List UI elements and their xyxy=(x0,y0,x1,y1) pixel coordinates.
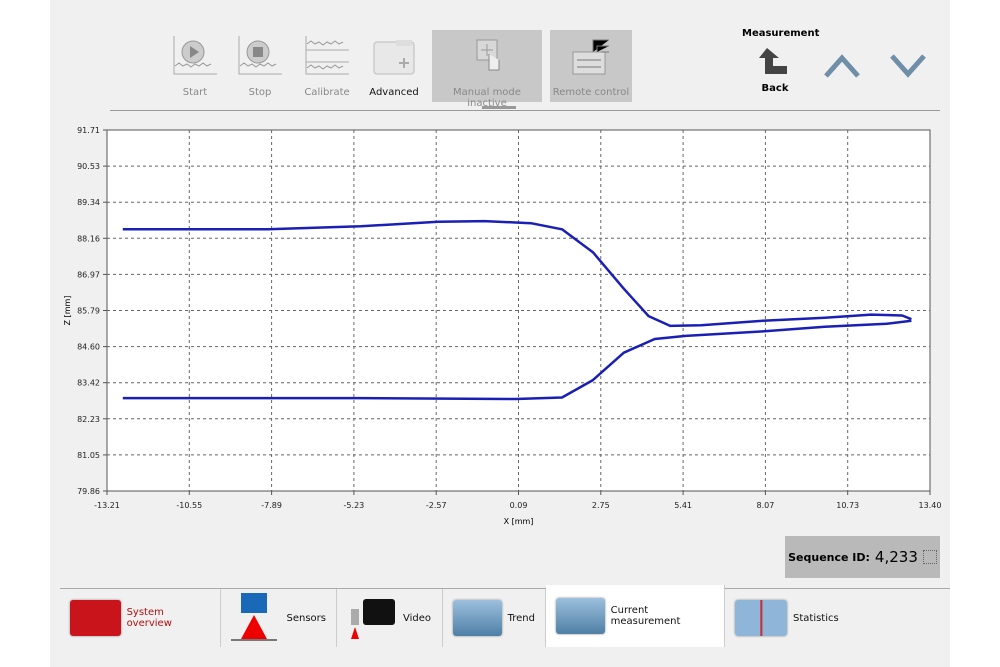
toolbar-handle[interactable] xyxy=(482,106,516,109)
tab-label: Current measurement xyxy=(611,605,714,627)
remote-control-icon xyxy=(567,34,615,78)
tab-current-measurement[interactable]: Current measurement xyxy=(546,585,725,647)
x-tick-label: -13.21 xyxy=(94,501,120,510)
folder-icon xyxy=(370,34,418,78)
sequence-id-label: Sequence ID: xyxy=(788,551,870,564)
advanced-button[interactable]: Advanced xyxy=(364,30,424,102)
advanced-label: Advanced xyxy=(364,87,424,98)
calibrate-button[interactable]: Calibrate xyxy=(297,30,357,102)
chevron-up-icon[interactable] xyxy=(822,50,862,80)
y-tick-label: 86.97 xyxy=(77,270,100,279)
manual-mode-button[interactable]: Manual mode inactive xyxy=(432,30,542,102)
x-tick-label: 0.09 xyxy=(510,501,528,510)
system-overview-icon xyxy=(70,600,121,636)
tab-sensors[interactable]: Sensors xyxy=(221,589,337,647)
sensor-icon xyxy=(231,593,281,643)
x-tick-label: 2.75 xyxy=(592,501,610,510)
x-tick-label: 10.73 xyxy=(836,501,859,510)
x-tick-label: -2.57 xyxy=(426,501,447,510)
stop-icon xyxy=(236,34,284,78)
x-tick-label: 8.07 xyxy=(756,501,774,510)
y-tick-label: 88.16 xyxy=(77,234,100,243)
tab-label: Video xyxy=(403,613,431,624)
statistics-icon xyxy=(735,600,787,636)
y-tick-label: 81.05 xyxy=(77,451,100,460)
y-axis-label: Z [mm] xyxy=(63,296,72,326)
toolbar-divider xyxy=(110,110,940,111)
start-icon xyxy=(171,34,219,78)
x-tick-label: 5.41 xyxy=(674,501,692,510)
y-tick-label: 85.79 xyxy=(77,307,100,316)
tab-label: Trend xyxy=(508,613,535,624)
profile-chart: -13.21 -10.55 -7.89 -5.23 -2.57 0.09 2.75 5.41 8… xyxy=(50,118,950,538)
x-tick-label: -10.55 xyxy=(176,501,202,510)
current-measurement-icon xyxy=(556,598,605,634)
sequence-id-value: 4,233 xyxy=(875,548,918,566)
x-tick-label: 13.40 xyxy=(919,501,942,510)
x-tick-label: -7.89 xyxy=(261,501,282,510)
tab-label: Statistics xyxy=(793,613,839,624)
remote-control-button[interactable]: Remote control xyxy=(550,30,632,102)
y-tick-label: 84.60 xyxy=(77,343,100,352)
measurement-title: Measurement xyxy=(742,28,819,39)
back-arrow-icon xyxy=(757,44,793,80)
stop-label: Stop xyxy=(230,87,290,98)
video-icon xyxy=(347,593,397,643)
start-label: Start xyxy=(165,87,225,98)
start-button[interactable]: Start xyxy=(165,30,225,102)
x-tick-label: -5.23 xyxy=(344,501,365,510)
x-axis-label: X [mm] xyxy=(504,517,534,526)
stop-button[interactable]: Stop xyxy=(230,30,290,102)
y-tick-label: 79.86 xyxy=(77,487,100,496)
tab-video[interactable]: Video xyxy=(337,589,443,647)
y-tick-label: 83.42 xyxy=(77,379,100,388)
trend-icon xyxy=(453,600,502,636)
calibrate-label: Calibrate xyxy=(297,87,357,98)
back-button[interactable]: Back xyxy=(755,44,795,94)
back-label: Back xyxy=(755,83,795,94)
manual-mode-hand-icon xyxy=(463,34,511,78)
tab-statistics[interactable]: Statistics xyxy=(725,589,855,647)
y-tick-label: 90.53 xyxy=(77,162,100,171)
y-tick-label: 89.34 xyxy=(77,198,100,207)
tab-trend[interactable]: Trend xyxy=(443,589,546,647)
expand-icon[interactable] xyxy=(923,550,937,564)
y-tick-label: 82.23 xyxy=(77,415,100,424)
y-tick-label: 91.71 xyxy=(77,126,100,135)
tab-system-overview[interactable]: System overview xyxy=(60,589,221,647)
sequence-id-panel: Sequence ID: 4,233 xyxy=(785,536,940,578)
chevron-down-icon[interactable] xyxy=(888,50,928,80)
tab-label: Sensors xyxy=(287,613,327,624)
calibrate-icon xyxy=(303,34,351,78)
remote-control-label: Remote control xyxy=(550,87,632,98)
app-window: Start Stop Calibrate Advanced Manual mod… xyxy=(50,0,950,667)
tab-bar: System overview Sensors Video Trend Curr… xyxy=(60,588,950,649)
tab-label: System overview xyxy=(127,607,210,629)
